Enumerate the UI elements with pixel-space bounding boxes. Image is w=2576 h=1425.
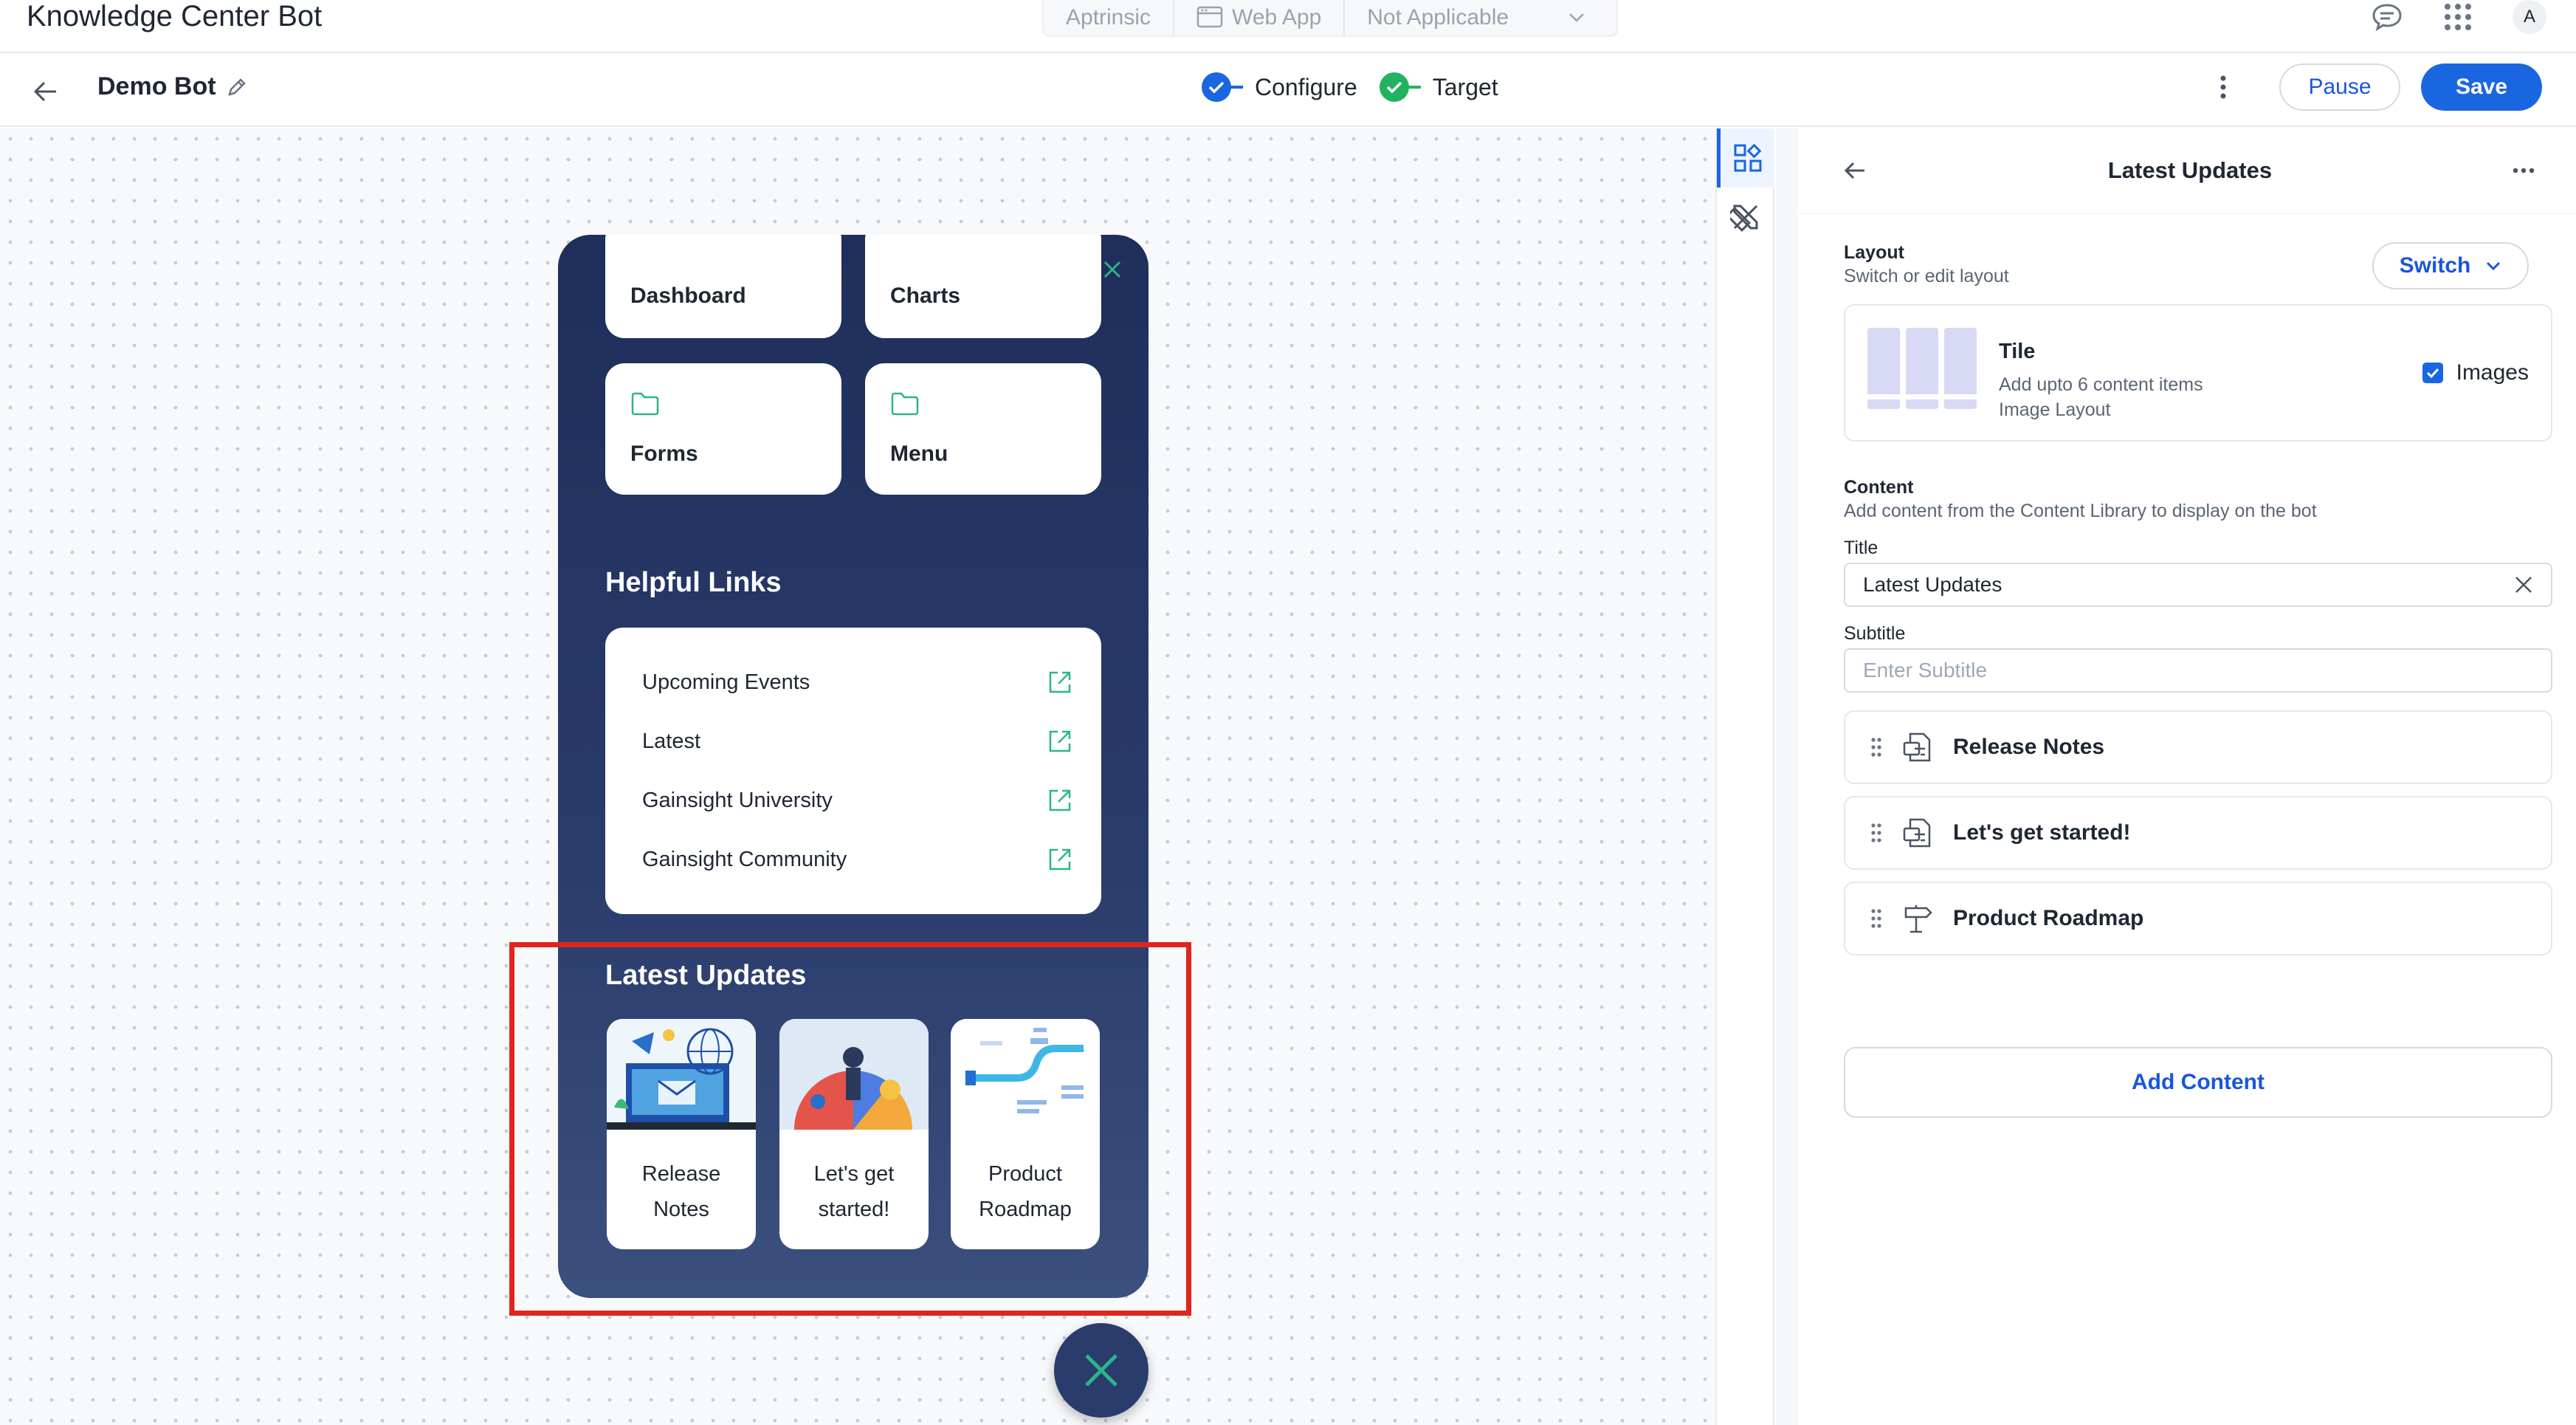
link-gainsight-community[interactable]: Gainsight Community [642,830,1073,889]
drag-handle-icon[interactable] [1870,823,1882,843]
step-connector [1230,86,1243,89]
tile-dashboard[interactable]: Dashboard [605,235,841,338]
product-roadmap-thumbnail [951,1019,1100,1130]
close-icon [1085,1354,1117,1387]
back-arrow-icon[interactable] [1842,158,1867,183]
link-upcoming-events[interactable]: Upcoming Events [642,653,1073,712]
check-circle-icon [1202,72,1231,102]
step-configure[interactable]: Configure [1202,72,1357,102]
layout-sublabel: Switch or edit layout [1844,266,2009,286]
rail-design-button[interactable] [1717,188,1774,247]
settings-panel: Latest Updates Layout Switch or edit lay… [1776,128,2576,1425]
update-card-getting-started[interactable]: Let's get started! [779,1019,929,1249]
panel-body: Layout Switch or edit layout Switch Tile… [1798,214,2576,1425]
pencil-icon[interactable] [227,77,247,97]
title-field: Latest Updates [1844,563,2552,607]
design-tools-icon [1730,205,1758,232]
drag-handle-icon[interactable] [1870,908,1882,929]
bot-launcher-close-button[interactable] [1054,1323,1148,1418]
external-link-icon [1049,789,1071,811]
editor-header: Demo Bot Configure Target Pause Save [0,53,2576,127]
pause-button[interactable]: Pause [2279,63,2400,111]
update-card-product-roadmap[interactable]: Product Roadmap [951,1019,1100,1249]
external-link-icon [1049,848,1071,871]
update-card-label: Let's get started! [813,1162,895,1221]
layout-description: Add upto 6 content items Image Layout [1999,374,2203,420]
add-content-button[interactable]: Add Content [1844,1047,2552,1118]
wizard-steps: Configure Target [1202,72,1498,102]
external-link-icon [1049,671,1071,693]
environment-dropdown[interactable]: Not Applicable [1345,0,1616,35]
panel-title: Latest Updates [2107,157,2273,183]
rail-content-button[interactable] [1717,128,1774,188]
update-card-label: Product Roadmap [979,1162,1072,1221]
chat-icon[interactable] [2371,2,2403,32]
context-bar: Aptrinsic Web App Not Applicable [1042,0,1618,37]
content-label: Content [1844,477,1914,498]
title-input[interactable]: Latest Updates [1863,573,2002,597]
update-card-label: Release Notes [641,1162,721,1221]
step-connector [1407,86,1421,89]
save-button[interactable]: Save [2421,63,2542,111]
check-circle-icon [1379,72,1409,102]
switch-layout-button[interactable]: Switch [2372,242,2529,289]
top-icons: A [2371,0,2546,34]
document-icon [1903,818,1931,848]
checkbox-checked-icon [2422,363,2443,383]
header-actions: Pause Save [2207,63,2542,111]
more-vertical-icon[interactable] [2207,65,2239,109]
tile-forms[interactable]: Forms [605,363,841,495]
update-card-release-notes[interactable]: Release Notes [607,1019,756,1249]
content-item-product-roadmap[interactable]: Product Roadmap [1844,882,2552,955]
layout-name: Tile [1999,340,2036,363]
app-grid-icon[interactable] [2443,2,2473,32]
user-avatar[interactable]: A [2513,0,2546,34]
more-horizontal-icon[interactable] [2513,167,2535,174]
product-selector[interactable]: Web App [1174,0,1346,35]
drag-handle-icon[interactable] [1870,737,1882,758]
chevron-down-icon [2487,261,2501,271]
step-target[interactable]: Target [1379,72,1498,102]
close-icon[interactable] [1101,258,1123,281]
document-icon [1903,732,1931,762]
clear-icon[interactable] [2514,575,2533,594]
getting-started-thumbnail [779,1019,929,1130]
helpful-links-title: Helpful Links [605,567,782,598]
content-item-getting-started[interactable]: Let's get started! [1844,796,2552,870]
browser-icon [1196,6,1223,28]
panel-header: Latest Updates [1798,128,2576,213]
folder-icon [891,392,919,416]
latest-updates-title: Latest Updates [605,960,807,991]
content-item-release-notes[interactable]: Release Notes [1844,710,2552,784]
side-rail [1715,128,1774,1425]
chevron-down-icon [1569,13,1584,22]
link-gainsight-university[interactable]: Gainsight University [642,771,1073,830]
release-notes-thumbnail [607,1019,756,1130]
title-field-label: Title [1844,538,1878,558]
bot-preview: Dashboard Charts Forms Menu Helpful Link… [558,235,1148,1298]
subtitle-input[interactable] [1863,650,2551,691]
folder-icon [631,392,659,416]
subtitle-field [1844,648,2552,693]
widgets-icon [1734,143,1761,172]
content-sublabel: Add content from the Content Library to … [1844,501,2317,521]
bot-name: Demo Bot [97,72,247,101]
layout-label: Layout [1844,242,1904,263]
images-checkbox[interactable]: Images [2422,360,2529,385]
app-title: Knowledge Center Bot [27,0,323,32]
layout-option-card: Tile Add upto 6 content items Image Layo… [1844,304,2552,442]
back-arrow-icon[interactable] [30,75,62,108]
account-selector[interactable]: Aptrinsic [1044,0,1175,35]
link-latest[interactable]: Latest [642,712,1073,771]
tile-menu[interactable]: Menu [865,363,1101,495]
top-bar: Knowledge Center Bot Aptrinsic Web App N… [0,0,2576,53]
external-link-icon [1049,730,1071,752]
signpost-icon [1904,905,1932,933]
tile-layout-thumbnail [1867,328,1977,409]
helpful-links-card: Upcoming Events Latest Gainsight Univers… [605,628,1101,914]
subtitle-field-label: Subtitle [1844,623,1906,644]
tile-charts[interactable]: Charts [865,235,1101,338]
